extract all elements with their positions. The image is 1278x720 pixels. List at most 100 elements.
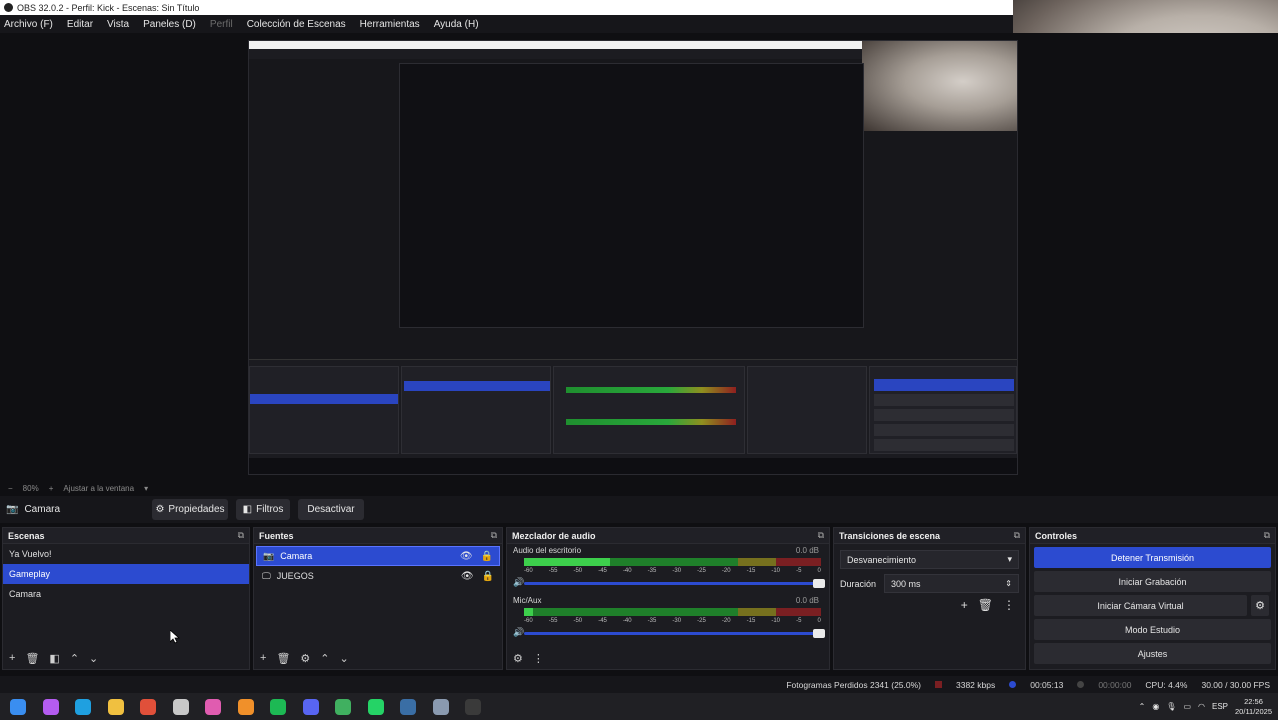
paint-icon[interactable] [201,695,225,719]
mic-icon[interactable]: 🎙 [1166,702,1176,711]
chrome-alt-icon[interactable] [331,695,355,719]
duration-label: Duración [840,578,877,589]
undock-icon[interactable]: ⧉ [818,530,824,541]
more-options-icon[interactable]: ⋮ [533,652,544,665]
add-icon[interactable]: + [9,652,15,665]
nested-screen-capture-image [248,40,1018,475]
eye-icon[interactable]: 👁 [460,551,473,562]
transitions-header: Transiciones de escena ⧉ [834,528,1025,544]
volume-slider[interactable] [524,629,825,638]
gear-icon[interactable]: ⚙ [1251,595,1269,616]
source-item-selected[interactable]: 📷 Camara 👁 🔒 [256,546,500,566]
deactivate-button[interactable]: Desactivar [298,499,364,520]
spotify-icon[interactable] [266,695,290,719]
whatsapp-icon[interactable] [364,695,388,719]
lock-icon[interactable]: 🔒 [481,551,493,562]
selected-source-name: Camara [24,504,61,515]
gear-icon[interactable]: ⚙ [300,652,310,665]
speaker-icon[interactable]: 🔊 [513,627,524,638]
trash-icon[interactable]: 🗑 [276,652,290,665]
undock-icon[interactable]: ⧉ [491,530,497,541]
app-icon[interactable] [169,695,193,719]
fps: 30.00 / 30.00 FPS [1201,679,1270,690]
zoom-in-button[interactable]: + [49,484,54,493]
menu-editar[interactable]: Editar [67,19,93,30]
language-indicator[interactable]: ESP [1212,702,1228,711]
sublime-icon[interactable] [234,695,258,719]
taskbar-apps [6,695,494,719]
zoom-out-button[interactable]: − [8,484,13,493]
chevron-down-icon: ▾ [1007,554,1012,564]
scenes-dock-header: Escenas ⧉ [3,528,249,544]
move-down-icon[interactable]: ⌄ [89,652,98,665]
source-item[interactable]: 🖵 JUEGOS 👁 🔒 [256,566,500,586]
system-tray: ⌃ ◉ 🎙 ▭ ◠ ESP 22:56 20/11/2025 [1139,693,1272,720]
filter-icon[interactable]: ◧ [49,652,59,665]
obs-icon[interactable] [461,695,485,719]
speaker-icon[interactable]: 🔊 [513,577,524,588]
channel-db: 0.0 dB [795,596,819,605]
scene-transitions-dock: Transiciones de escena ⧉ Desvanecimiento… [833,527,1026,670]
more-options-icon[interactable]: ⋮ [1003,598,1015,612]
add-icon[interactable]: + [260,652,266,665]
eye-icon[interactable]: 👁 [461,571,474,582]
trash-icon[interactable]: 🗑 [25,652,39,665]
menu-perfil[interactable]: Perfil [210,19,233,30]
clock[interactable]: 22:56 20/11/2025 [1235,697,1272,717]
display-icon[interactable]: ▭ [1183,702,1191,711]
fit-window-label[interactable]: Ajustar a la ventana [63,484,134,493]
menu-archivo[interactable]: Archivo (F) [4,19,53,30]
title-bar: OBS 32.0.2 - Perfil: Kick - Escenas: Sin… [0,0,1013,15]
dropped-frames: Fotogramas Perdidos 2341 (25.0%) [786,679,921,690]
chrome-icon[interactable] [136,695,160,719]
edge-icon[interactable] [71,695,95,719]
undock-icon[interactable]: ⧉ [1014,530,1020,541]
trash-icon[interactable]: 🗑 [978,598,993,612]
audio-channel-mic: Mic/Aux 0.0 dB -60 -55 -50 -45 -40 -35 -30 -25-… [507,594,829,644]
mixer-settings-icon[interactable]: ⚙ [513,652,523,665]
move-up-icon[interactable]: ⌃ [70,652,79,665]
spinner-icon[interactable]: ⇕ [1005,579,1012,588]
discord-icon[interactable] [299,695,323,719]
chevron-up-icon[interactable]: ⌃ [1139,702,1146,711]
start-virtual-camera-button[interactable]: Iniciar Cámara Virtual ⚙ [1034,595,1269,616]
zoom-percent: 80% [22,483,39,493]
scene-item[interactable]: Camara [3,584,249,604]
settings-button[interactable]: Ajustes [1034,643,1271,664]
menu-herramientas[interactable]: Herramientas [360,19,420,30]
copilot-icon[interactable] [39,695,63,719]
undock-icon[interactable]: ⧉ [238,530,244,541]
bitrate: 3382 kbps [956,679,996,690]
menu-vista[interactable]: Vista [107,19,129,30]
add-icon[interactable]: + [961,598,968,612]
volume-slider[interactable] [524,579,825,588]
wifi-icon[interactable]: ◠ [1198,702,1205,711]
move-up-icon[interactable]: ⌃ [320,652,329,665]
move-down-icon[interactable]: ⌄ [340,652,349,665]
start-recording-button[interactable]: Iniciar Grabación [1034,571,1271,592]
zoom-dropdown-icon[interactable]: ▾ [144,484,148,493]
zoom-bar: − 80% + Ajustar a la ventana ▾ [0,481,1278,495]
transition-select[interactable]: Desvanecimiento ▾ [840,550,1019,569]
file-explorer-icon[interactable] [104,695,128,719]
scene-item-selected[interactable]: Gameplay [3,564,249,584]
undock-icon[interactable]: ⧉ [1264,530,1270,541]
lock-icon[interactable]: 🔒 [482,571,494,582]
source-toolbar: 📷 Camara ⚙ Propiedades ◧ Filtros Desacti… [0,496,1278,523]
studio-mode-button[interactable]: Modo Estudio [1034,619,1271,640]
monitor-app-icon[interactable] [429,695,453,719]
properties-button[interactable]: ⚙ Propiedades [152,499,228,520]
monitor-icon: 🖵 [262,570,271,581]
windows-start-icon[interactable] [6,695,30,719]
scene-item[interactable]: Ya Vuelvo! [3,544,249,564]
filters-button[interactable]: ◧ Filtros [236,499,290,520]
record-status-icon [1077,681,1085,688]
menu-coleccion-escenas[interactable]: Colección de Escenas [247,19,346,30]
menu-ayuda[interactable]: Ayuda (H) [434,19,479,30]
stop-streaming-button[interactable]: Detener Transmisión [1034,547,1271,568]
steam-icon[interactable] [396,695,420,719]
network-icon[interactable]: ◉ [1152,702,1159,711]
gear-icon: ⚙ [155,504,165,515]
duration-spinbox[interactable]: 300 ms ⇕ [884,574,1019,593]
menu-paneles[interactable]: Paneles (D) [143,19,196,30]
